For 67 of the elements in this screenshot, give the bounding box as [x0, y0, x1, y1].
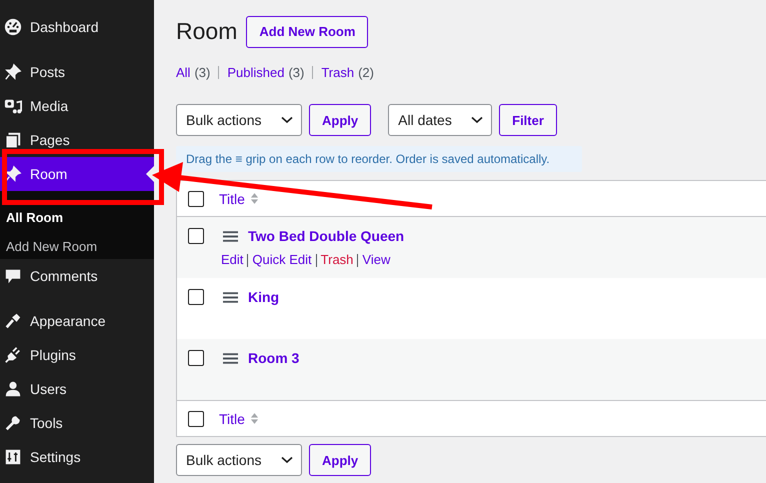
checkbox[interactable]	[188, 410, 204, 426]
menu-item[interactable]: Posts	[0, 55, 154, 89]
dashboard-icon	[4, 18, 22, 36]
filter-count: (3)	[194, 64, 210, 80]
filter-link[interactable]: Published	[227, 64, 284, 80]
apply-button[interactable]: Apply	[309, 444, 372, 476]
submenu-item[interactable]: All Room	[0, 203, 154, 232]
checkbox[interactable]	[188, 190, 204, 206]
drag-handle-icon[interactable]	[223, 352, 238, 364]
row-action-link[interactable]: Edit	[221, 252, 244, 267]
speech-bubble-icon	[4, 267, 22, 285]
row-title-link[interactable]: Two Bed Double Queen	[248, 228, 404, 244]
pin-icon	[4, 63, 22, 81]
chevron-down-icon	[281, 116, 293, 124]
drag-handle-icon[interactable]	[223, 230, 238, 242]
divider-line	[247, 254, 248, 267]
select-value: Bulk actions	[186, 452, 262, 468]
row-action-link[interactable]: View	[362, 252, 390, 267]
divider-line	[357, 254, 358, 267]
select-value: Bulk actions	[186, 112, 262, 128]
menu-item[interactable]: Tools	[0, 406, 154, 440]
pages-icon	[4, 131, 22, 149]
filter-count: (2)	[358, 64, 374, 80]
submenu-item[interactable]: Add New Room	[0, 232, 154, 261]
menu-item[interactable]: Pages	[0, 123, 154, 157]
add-new-button[interactable]: Add New Room	[246, 16, 368, 48]
menu-item[interactable]: Plugins	[0, 338, 154, 372]
filter-link[interactable]: All	[176, 64, 190, 80]
menu-item[interactable]: Users	[0, 372, 154, 406]
drag-handle-icon[interactable]	[223, 292, 238, 302]
checkbox[interactable]	[188, 289, 204, 305]
wrench-icon	[4, 414, 22, 432]
menu-item[interactable]: Settings	[0, 440, 154, 474]
row-title-link[interactable]: King	[248, 289, 280, 305]
divider-line	[218, 66, 220, 78]
menu-item[interactable]: Appearance	[0, 304, 154, 338]
filter-button[interactable]: Filter	[499, 104, 557, 136]
row-action-link[interactable]: Trash	[320, 252, 354, 267]
plug-icon	[4, 346, 22, 364]
user-icon	[4, 380, 22, 398]
menu-item[interactable]: Room	[0, 157, 154, 191]
filter-link[interactable]: Trash	[321, 64, 354, 80]
menu-item[interactable]: Media	[0, 89, 154, 123]
chevron-down-icon	[281, 456, 293, 464]
paintbrush-icon	[4, 312, 22, 330]
dropdown-select[interactable]: Bulk actions	[176, 104, 302, 136]
row-title-link[interactable]: Room 3	[248, 350, 300, 366]
info-notice: Drag the ≡ grip on each row to reorder. Order is saved automatically.	[176, 146, 582, 172]
column-header[interactable]: Title	[219, 410, 245, 426]
menu-item[interactable]: Comments	[0, 259, 154, 293]
filter-count: (3)	[288, 64, 304, 80]
media-icon	[4, 97, 22, 115]
menu-item[interactable]: Dashboard	[0, 10, 154, 44]
checkbox[interactable]	[188, 350, 204, 366]
select-value: All dates	[398, 112, 452, 128]
page-title: Room	[176, 18, 238, 45]
apply-button[interactable]: Apply	[309, 104, 372, 136]
chevron-down-icon	[471, 116, 484, 124]
sliders-icon	[4, 448, 22, 466]
divider-line	[312, 66, 314, 78]
divider-line	[316, 254, 317, 267]
dropdown-select[interactable]: Bulk actions	[176, 444, 302, 476]
checkbox[interactable]	[188, 228, 204, 244]
column-header[interactable]: Title	[219, 190, 245, 206]
row-action-link[interactable]: Quick Edit	[252, 252, 312, 267]
dropdown-select[interactable]: All dates	[388, 104, 492, 136]
pin-icon	[4, 165, 22, 183]
